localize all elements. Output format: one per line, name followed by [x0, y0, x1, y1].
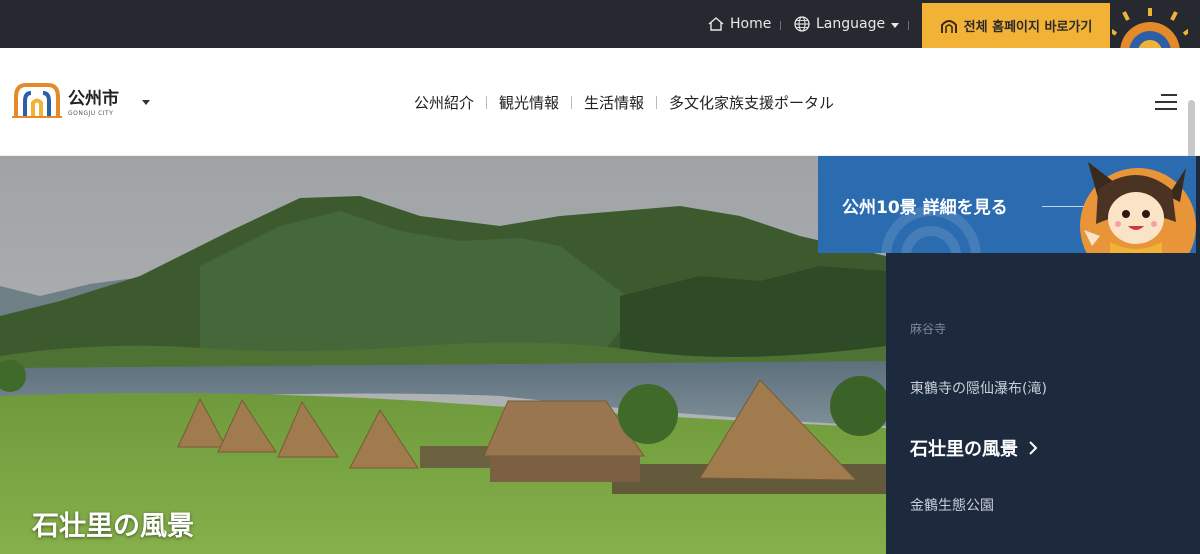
promo-label: 公州10景 詳細を見る	[842, 198, 1008, 218]
logo-name: 公州市	[68, 88, 119, 109]
scenic-item-label: 石壮里の風景	[910, 439, 1018, 460]
language-selector[interactable]: Language	[794, 0, 900, 48]
gongju-logo-icon	[12, 83, 62, 118]
home-label: Home	[730, 16, 772, 32]
divider	[571, 96, 573, 109]
landscape-photo	[0, 156, 886, 554]
hamburger-icon[interactable]	[1155, 94, 1177, 110]
language-label: Language	[816, 16, 886, 32]
mascot-character-icon	[1080, 162, 1196, 253]
home-link[interactable]: Home	[708, 0, 771, 48]
nav-item-gongju-intro[interactable]: 公州紹介	[414, 92, 474, 113]
gongju-10-scenes-card[interactable]: 公州10景 詳細を見る	[818, 156, 1196, 253]
site-header: 公州市 GONGJU CITY 公州紹介 観光情報 生活情報 多文化家族支援ポー…	[0, 48, 1200, 174]
hero-image: 石壮里の風景	[0, 156, 886, 554]
gate-icon	[940, 19, 957, 33]
hero-title: 石壮里の風景	[32, 511, 194, 542]
chevron-right-icon	[1029, 441, 1038, 455]
sun-emblem-icon	[1112, 8, 1188, 48]
divider	[908, 21, 909, 30]
nav-item-multicultural-portal[interactable]: 多文化家族支援ポータル	[669, 92, 834, 113]
site-logo[interactable]: 公州市 GONGJU CITY	[12, 81, 119, 119]
logo-subtitle: GONGJU CITY	[68, 109, 114, 117]
full-site-label: 전체 홈페이지 바로가기	[963, 20, 1093, 35]
divider	[486, 96, 488, 109]
divider	[656, 96, 658, 109]
main-nav: 公州紹介 観光情報 生活情報 多文化家族支援ポータル	[414, 92, 834, 113]
chevron-down-icon	[891, 23, 900, 28]
divider	[780, 21, 781, 30]
scenic-item-donghaksa-waterfall[interactable]: 東鶴寺の隠仙瀑布(滝)	[910, 378, 1047, 398]
nav-item-living-info[interactable]: 生活情報	[584, 92, 644, 113]
nav-item-tourism-info[interactable]: 観光情報	[499, 92, 559, 113]
scenic-item-seokjangni[interactable]: 石壮里の風景	[910, 435, 1038, 461]
chevron-down-icon[interactable]	[142, 100, 150, 105]
globe-icon	[794, 16, 810, 32]
home-icon	[708, 17, 724, 31]
utility-bar: Home Language 전체 홈페이지 바로가기	[0, 0, 1200, 48]
full-site-button[interactable]: 전체 홈페이지 바로가기	[922, 3, 1110, 48]
scenic-item-geumhak-park[interactable]: 金鶴生態公園	[910, 495, 994, 515]
scenic-item-magoksa[interactable]: 麻谷寺	[910, 320, 946, 337]
